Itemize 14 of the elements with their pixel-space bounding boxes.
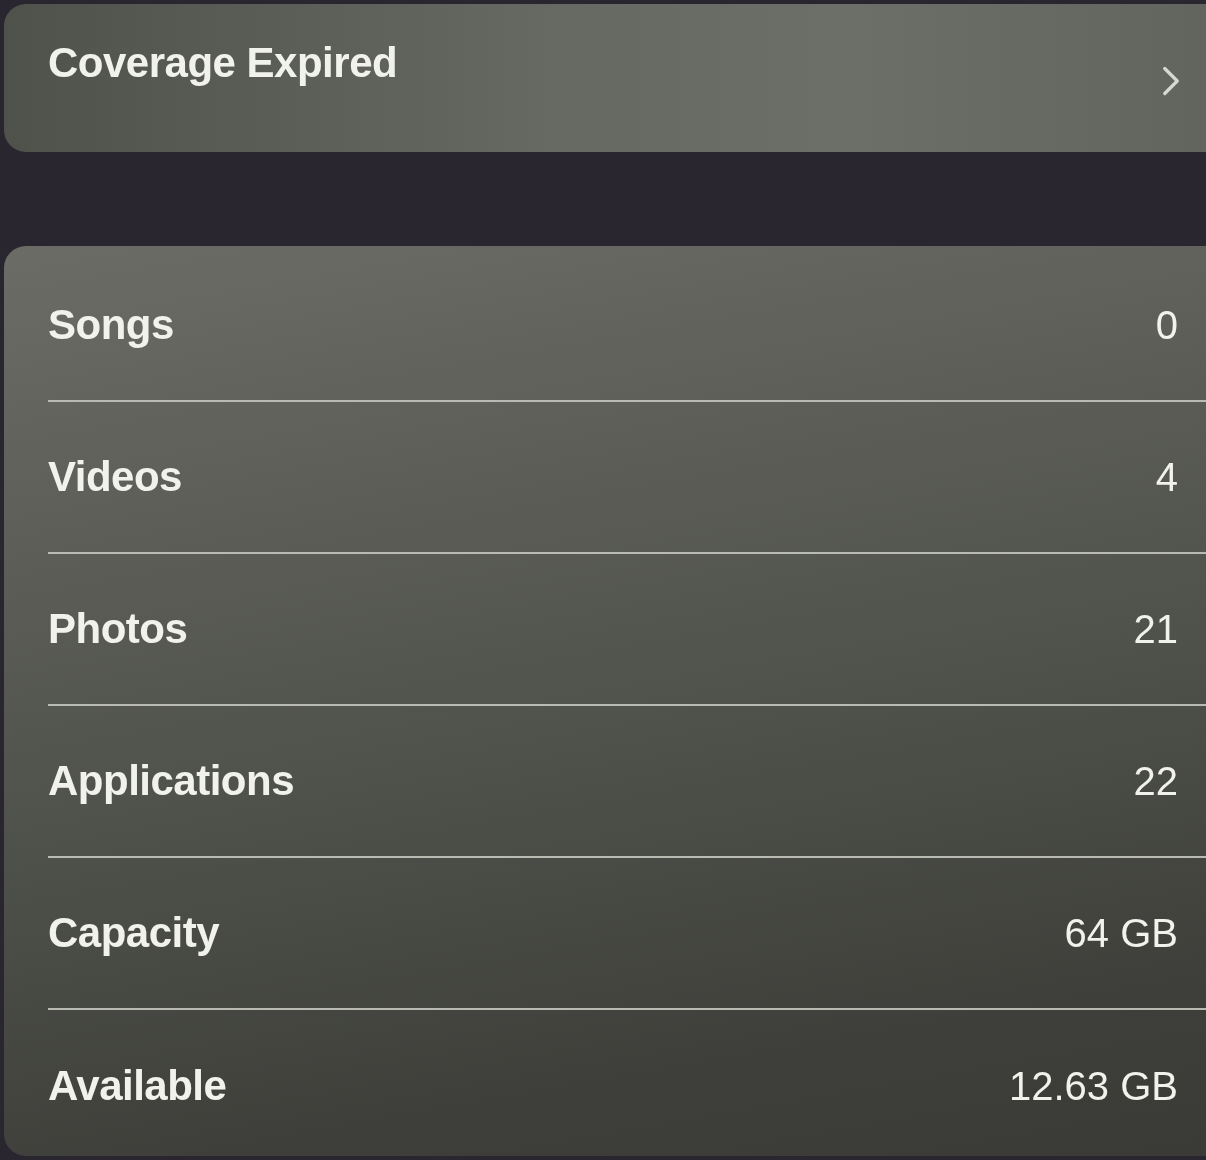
row-label: Videos [48,453,182,501]
chevron-icon [1162,66,1180,96]
row-label: Photos [48,605,188,653]
row-value: 21 [1133,606,1178,652]
row-value: 64 GB [1064,910,1178,956]
row-label: Songs [48,301,174,349]
row-label: Capacity [48,909,220,957]
row-label: Applications [48,757,295,805]
row-value: 4 [1155,454,1178,500]
row-value: 0 [1155,302,1178,348]
row-value: 22 [1133,758,1178,804]
row-label: Available [48,1062,227,1110]
coverage-row[interactable]: Coverage Expired [4,4,1206,152]
row-value: 12.63 GB [1009,1063,1178,1109]
